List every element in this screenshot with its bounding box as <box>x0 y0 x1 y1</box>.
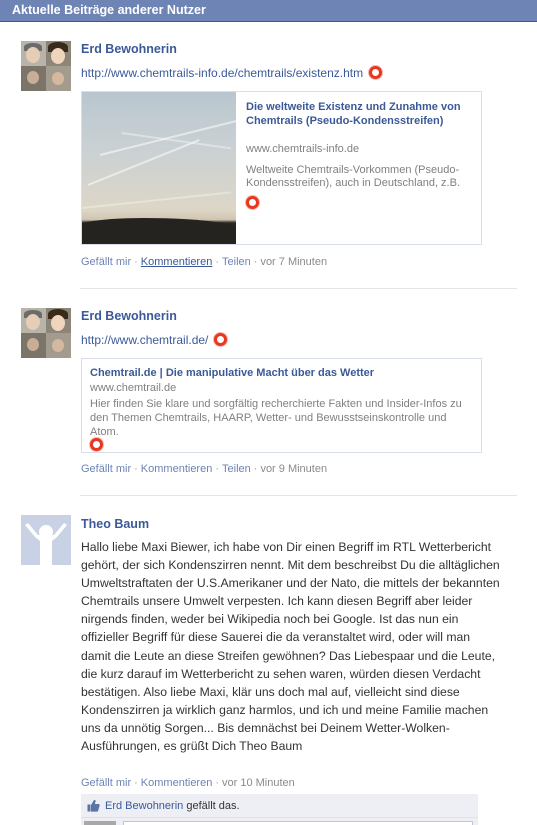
post-actions: Gefällt mir · Kommentieren · vor 10 Minuten <box>81 777 295 789</box>
separator-dot: · <box>134 256 138 268</box>
separator-dot: · <box>253 256 258 268</box>
separator-dot: · <box>253 463 258 475</box>
post-actions: Gefällt mir · Kommentieren · Teilen · vor 9 Mi… <box>81 463 327 475</box>
timestamp: vor 7 Minuten <box>260 256 328 268</box>
post-url-line: http://www.chemtrails-info.de/chemtrails… <box>81 66 383 80</box>
rss-feed-icon[interactable] <box>90 438 103 451</box>
attachment-description: Hier finden Sie klare und sorgfältig rec… <box>90 398 462 438</box>
author-avatar[interactable] <box>21 515 71 565</box>
post-url-link[interactable]: http://www.chemtrails-info.de/chemtrails… <box>81 66 363 80</box>
commenter-avatar <box>84 821 116 825</box>
attachment-title[interactable]: Die weltweite Existenz und Zunahme von C… <box>246 100 472 128</box>
like-link[interactable]: Gefällt mir <box>81 463 131 475</box>
section-header: Aktuelle Beiträge anderer Nutzer <box>0 0 537 22</box>
comment-link[interactable]: Kommentieren <box>141 777 213 789</box>
post-divider <box>80 495 517 496</box>
link-attachment: Chemtrail.de | Die manipulative Macht üb… <box>81 358 482 453</box>
timestamp: vor 9 Minuten <box>260 463 328 475</box>
thumbs-up-icon <box>87 799 100 812</box>
timestamp: vor 10 Minuten <box>222 777 295 789</box>
likes-bar: Erd Bewohnerin gefällt das. <box>81 794 478 818</box>
attachment-description: Weltweite Chemtrails-Vorkommen (Pseudo-K… <box>246 164 461 189</box>
separator-dot: · <box>134 463 138 475</box>
rss-feed-icon[interactable] <box>214 333 228 346</box>
author-name[interactable]: Theo Baum <box>81 517 149 531</box>
like-link[interactable]: Gefällt mir <box>81 777 131 789</box>
author-avatar[interactable] <box>21 41 71 91</box>
attachment-thumbnail[interactable] <box>82 92 236 244</box>
silhouette-icon <box>21 515 71 565</box>
separator-dot: · <box>215 256 220 268</box>
author-name[interactable]: Erd Bewohnerin <box>81 309 177 323</box>
post-actions: Gefällt mir · Kommentieren · Teilen · vor 7 Mi… <box>81 256 327 268</box>
comment-link[interactable]: Kommentieren <box>141 463 213 475</box>
separator-dot: · <box>215 463 220 475</box>
separator-dot: · <box>134 777 138 789</box>
separator-dot: · <box>215 777 220 789</box>
rss-feed-icon[interactable] <box>369 66 383 79</box>
liker-name-link[interactable]: Erd Bewohnerin <box>105 800 183 812</box>
comment-link[interactable]: Kommentieren <box>141 256 213 268</box>
likes-suffix: gefällt das. <box>186 800 240 812</box>
author-name[interactable]: Erd Bewohnerin <box>81 42 177 56</box>
share-link[interactable]: Teilen <box>222 463 251 475</box>
attachment-title[interactable]: Chemtrail.de | Die manipulative Macht üb… <box>90 367 374 379</box>
comment-input[interactable] <box>123 821 473 825</box>
post-message: Hallo liebe Maxi Biewer, ich habe von Di… <box>81 540 500 754</box>
comment-composer <box>81 818 478 825</box>
post-url-line: http://www.chemtrail.de/ <box>81 333 228 347</box>
rss-feed-icon[interactable] <box>246 196 259 209</box>
like-link[interactable]: Gefällt mir <box>81 256 131 268</box>
attachment-domain: www.chemtrails-info.de <box>246 143 360 155</box>
link-attachment: Die weltweite Existenz und Zunahme von C… <box>81 91 482 245</box>
attachment-domain: www.chemtrail.de <box>90 382 177 394</box>
author-avatar[interactable] <box>21 308 71 358</box>
share-link[interactable]: Teilen <box>222 256 251 268</box>
post-url-link[interactable]: http://www.chemtrail.de/ <box>81 333 208 347</box>
post-divider <box>80 288 517 289</box>
section-title: Aktuelle Beiträge anderer Nutzer <box>12 3 206 17</box>
